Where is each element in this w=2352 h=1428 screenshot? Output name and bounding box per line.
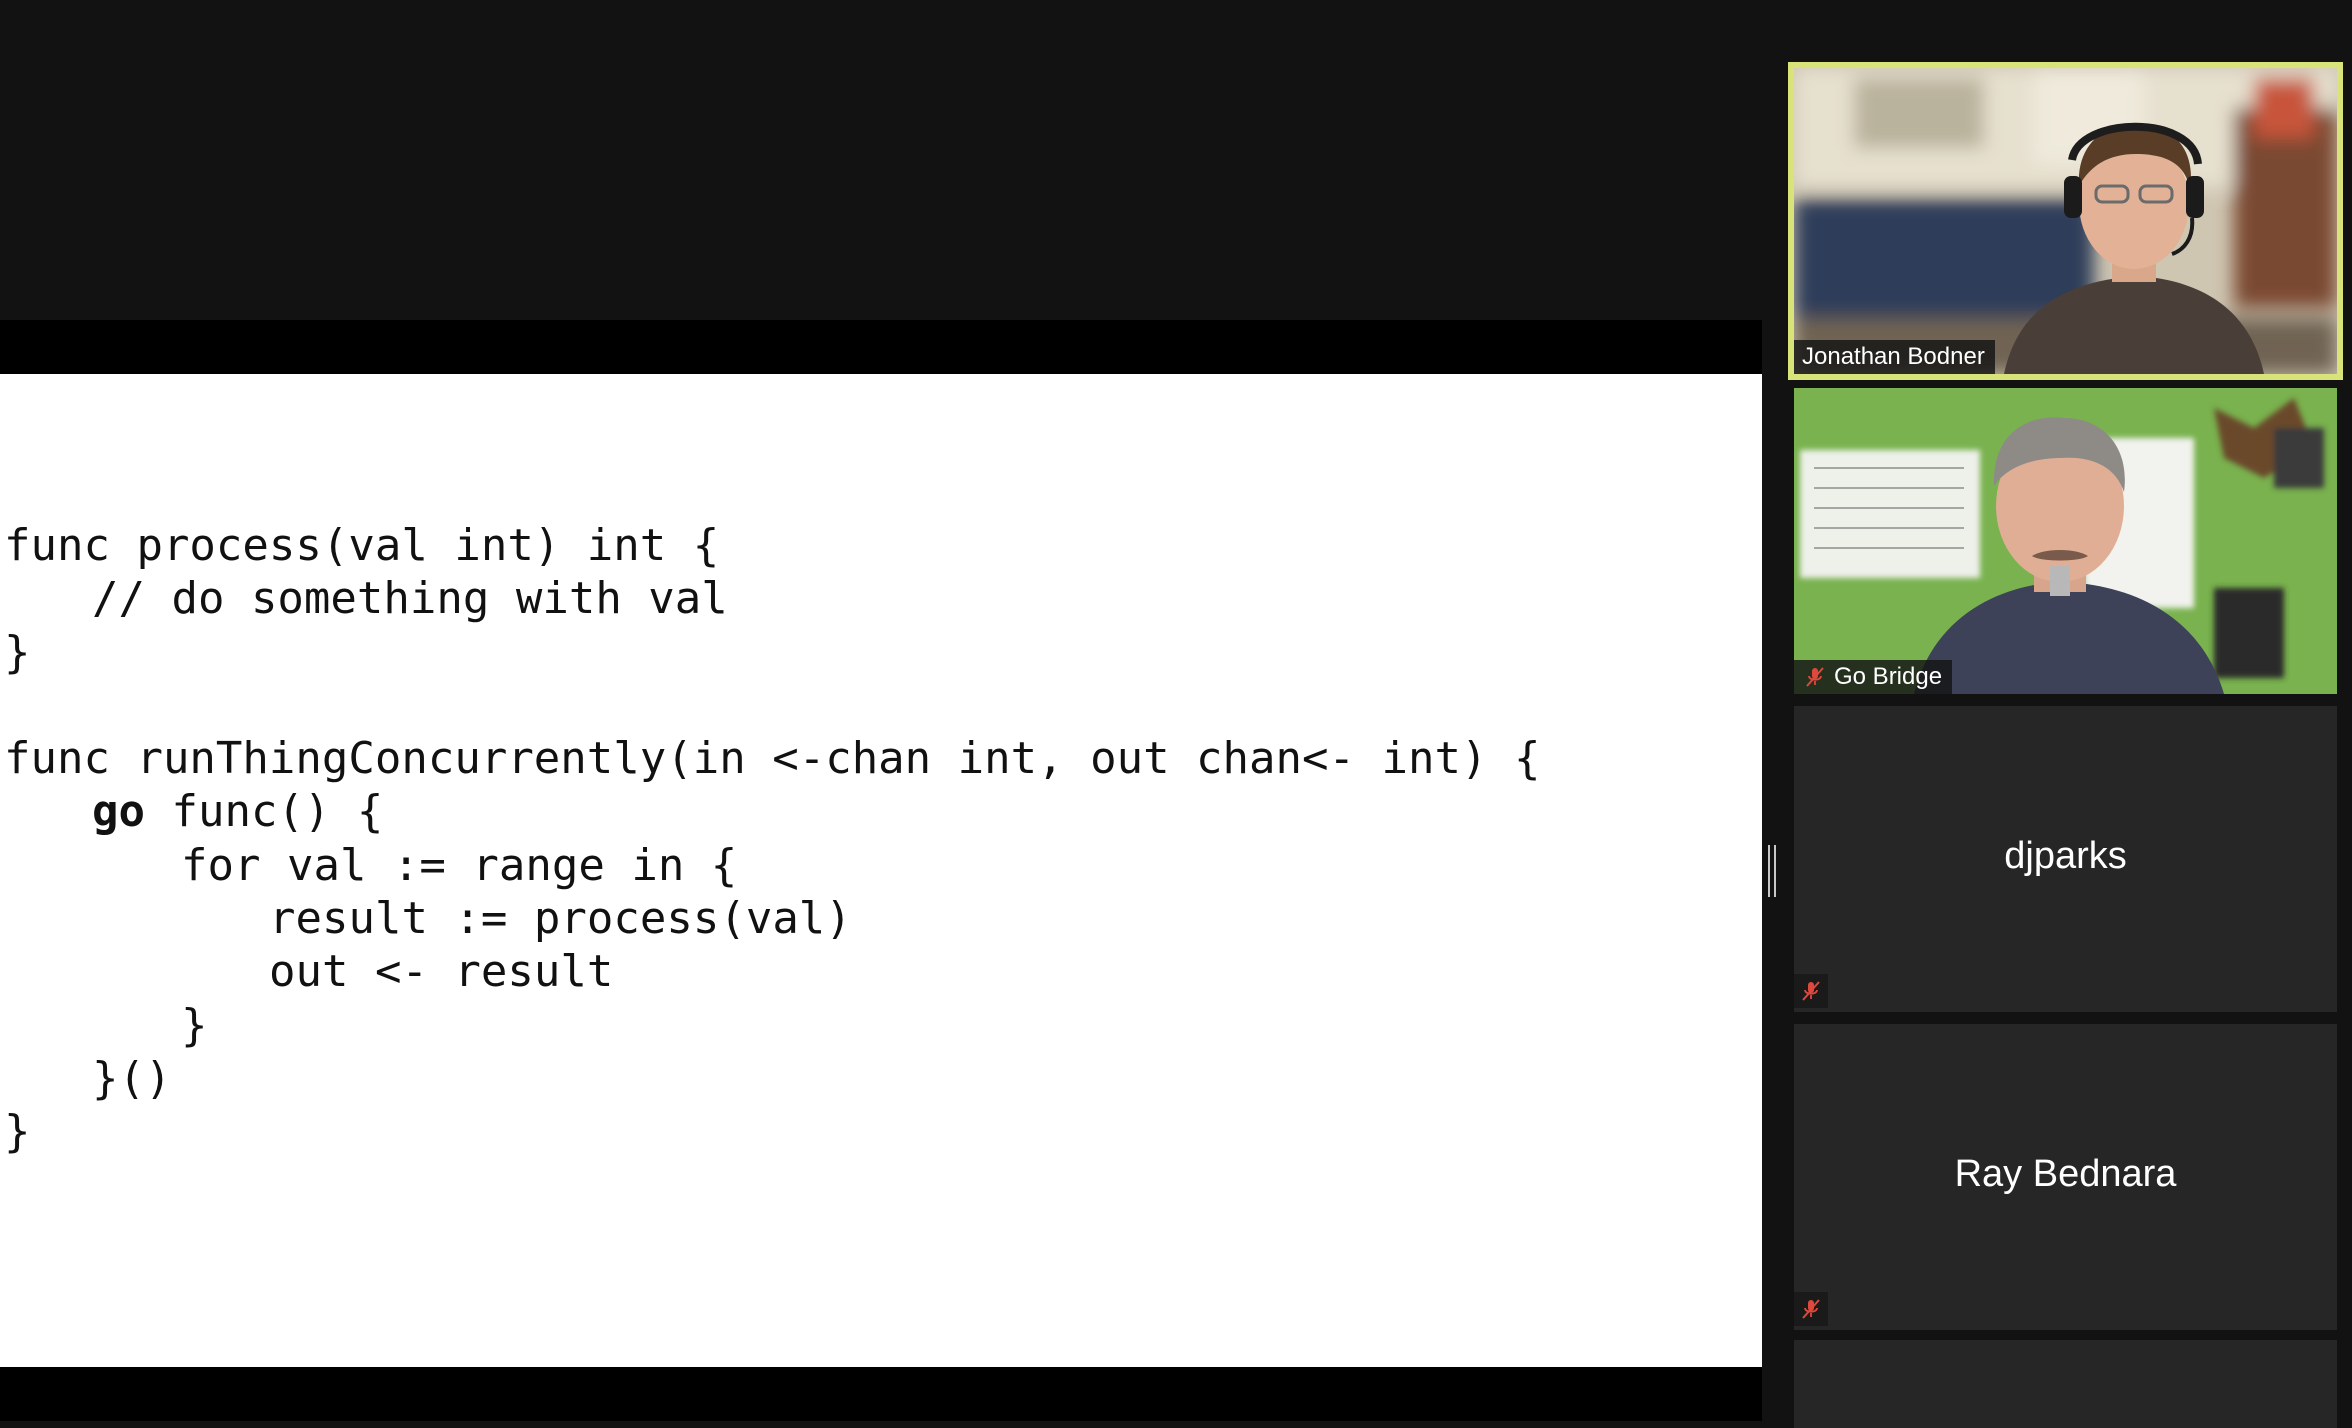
zoom-meeting-window: func process(val int) int {// do somethi… [0, 0, 2352, 1428]
participant-name: Jonathan Bodner [1802, 343, 1985, 370]
code-line: }() [92, 1052, 172, 1104]
code-line: result := process(val) [269, 893, 852, 945]
code-block: func process(val int) int {// do somethi… [4, 519, 1540, 1159]
microphone-muted-icon [1794, 1292, 1828, 1326]
microphone-muted-icon [1802, 664, 1828, 690]
code-line: // do something with val [92, 573, 728, 625]
code-line: } [4, 626, 31, 678]
shared-slide: func process(val int) int {// do somethi… [0, 374, 1762, 1367]
participant-name: djparks [2004, 835, 2127, 877]
participant-tile[interactable]: Go Bridge [1794, 388, 2337, 694]
participant-name: Ray Bednara [1954, 1153, 2177, 1195]
letterbox-top [0, 320, 1762, 374]
code-line: out <- result [269, 946, 614, 998]
shared-screen-area: func process(val int) int {// do somethi… [0, 0, 1762, 1428]
panel-splitter[interactable] [1762, 0, 1782, 1428]
code-line: func runThingConcurrently(in <-chan int,… [4, 733, 1541, 785]
code-line: for val := range in { [181, 839, 738, 891]
microphone-muted-icon [1794, 974, 1828, 1008]
participant-tile-partial[interactable] [1794, 1340, 2337, 1428]
participant-video [1794, 388, 2337, 694]
code-keyword: go [92, 786, 145, 838]
code-line: } [4, 1106, 31, 1158]
participant-name: Go Bridge [1834, 663, 1943, 690]
participant-name-tag: Jonathan Bodner [1794, 340, 1995, 374]
letterbox-bottom [0, 1367, 1762, 1421]
participant-gallery: Jonathan Bodner Go Bridge djparks Ray Be… [1788, 0, 2352, 1428]
participant-tile[interactable]: djparks [1794, 706, 2337, 1012]
code-line: } [181, 999, 208, 1051]
resize-handle-icon[interactable] [1768, 845, 1776, 897]
code-text: func() { [144, 786, 384, 838]
code-line: go func() { [4, 785, 1540, 838]
participant-name-tag: Go Bridge [1794, 660, 1953, 694]
participant-video [1794, 68, 2337, 374]
participant-tile-active-speaker[interactable]: Jonathan Bodner [1788, 62, 2343, 380]
code-line: func process(val int) int { [4, 520, 720, 571]
participant-tile[interactable]: Ray Bednara [1794, 1024, 2337, 1330]
